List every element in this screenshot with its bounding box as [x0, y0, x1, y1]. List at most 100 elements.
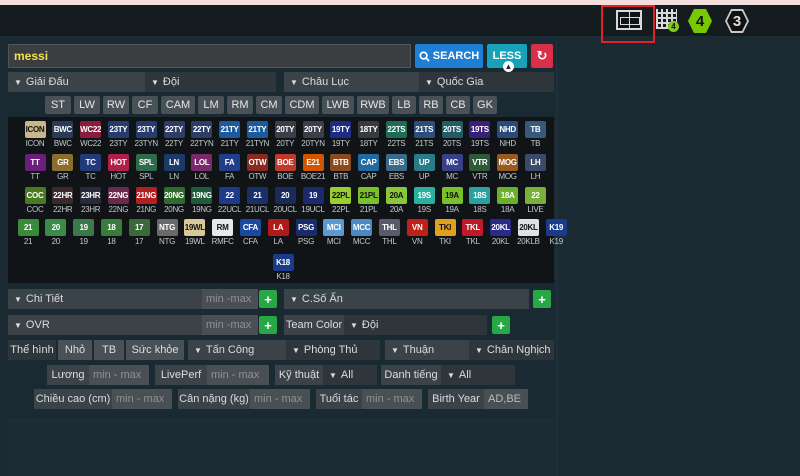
size-strong-button[interactable]: Sức khỏe [126, 340, 184, 360]
season-card-22hr[interactable]: 22HR 22HR [50, 187, 76, 214]
position-lwb-button[interactable]: LWB [322, 96, 354, 114]
nation-dropdown[interactable]: ▼ Quốc Gia [419, 72, 554, 92]
season-card-vn[interactable]: VN VN [404, 219, 430, 246]
season-card-btb[interactable]: BTB BTB [328, 154, 354, 181]
season-card-mog[interactable]: MOG MOG [495, 154, 521, 181]
season-card-ebs[interactable]: EBS EBS [383, 154, 409, 181]
season-card-19ty[interactable]: 19TY 19TY [328, 121, 354, 148]
season-card-boe21[interactable]: E21 BOE21 [300, 154, 326, 181]
season-card-18ty[interactable]: 18TY 18TY [356, 121, 382, 148]
season-card-k19[interactable]: K19 K19 [543, 219, 569, 246]
position-cm-button[interactable]: CM [256, 96, 282, 114]
season-card-live[interactable]: 22 LIVE [522, 187, 548, 214]
season-card-20kl[interactable]: 20KL 20KL [488, 219, 514, 246]
season-card-19a[interactable]: 19A 19A [439, 187, 465, 214]
position-cb-button[interactable]: CB [446, 96, 470, 114]
position-st-button[interactable]: ST [45, 96, 71, 114]
season-card-22ty[interactable]: 22TY 22TY [161, 121, 187, 148]
season-card-20klb[interactable]: 20KL 20KLB [515, 219, 541, 246]
season-card-20ty[interactable]: 20TY 20TY [272, 121, 298, 148]
season-card-ln[interactable]: LN LN [161, 154, 187, 181]
season-card-23ty[interactable]: 23TY 23TY [105, 121, 131, 148]
birth-year-input[interactable]: AD,BE [484, 389, 528, 409]
position-lm-button[interactable]: LM [198, 96, 224, 114]
search-button[interactable]: SEARCH [415, 44, 483, 68]
reset-button[interactable]: ↻ [531, 44, 553, 68]
season-card-19ts[interactable]: 19TS 19TS [467, 121, 493, 148]
liveperf-input[interactable]: min - max [207, 365, 269, 385]
season-card-tc[interactable]: TC TC [78, 154, 104, 181]
season-card-lh[interactable]: LH LH [522, 154, 548, 181]
season-card-spl[interactable]: SPL SPL [133, 154, 159, 181]
season-card-22ng[interactable]: 22NG 22NG [105, 187, 131, 214]
continent-dropdown[interactable]: ▼ Châu Lục [284, 72, 419, 92]
position-rb-button[interactable]: RB [419, 96, 443, 114]
season-card-hot[interactable]: HOT HOT [105, 154, 131, 181]
ovr-dropdown[interactable]: ▼ OVR [8, 315, 202, 335]
season-card-otw[interactable]: OTW OTW [244, 154, 270, 181]
team-color-dropdown[interactable]: ▼ Đội [344, 315, 487, 335]
position-cf-button[interactable]: CF [132, 96, 158, 114]
formation-pitch-icon[interactable] [616, 10, 642, 30]
season-card-21tyn[interactable]: 21TY 21TYN [244, 121, 270, 148]
position-cam-button[interactable]: CAM [161, 96, 195, 114]
size-small-button[interactable]: Nhỏ [58, 340, 92, 360]
season-card-vtr[interactable]: VTR VTR [467, 154, 493, 181]
add-detail-button[interactable]: + [259, 290, 277, 308]
season-card-gr[interactable]: GR GR [50, 154, 76, 181]
season-card-22tyn[interactable]: 22TY 22TYN [189, 121, 215, 148]
season-card-mcc[interactable]: MCC MCC [349, 219, 375, 246]
season-card-19[interactable]: 19 19 [71, 219, 97, 246]
season-card-rmfc[interactable]: RM RMFC [210, 219, 236, 246]
position-rw-button[interactable]: RW [103, 96, 129, 114]
season-card-wc22[interactable]: WC22 WC22 [78, 121, 104, 148]
height-input[interactable]: min - max [112, 389, 172, 409]
strong-foot-dropdown[interactable]: ▼ Thuận [385, 340, 469, 360]
add-hidden-stat-button[interactable]: + [533, 290, 551, 308]
size-average-button[interactable]: TB [94, 340, 124, 360]
season-card-18s[interactable]: 18S 18S [467, 187, 493, 214]
season-card-bwc[interactable]: BWC BWC [50, 121, 76, 148]
season-card-20ng[interactable]: 20NG 20NG [161, 187, 187, 214]
season-card-17[interactable]: 17 17 [126, 219, 152, 246]
season-card-k18[interactable]: K18 K18 [270, 254, 296, 281]
season-card-22ts[interactable]: 22TS 22TS [383, 121, 409, 148]
weight-input[interactable]: min - max [250, 389, 310, 409]
season-card-up[interactable]: UP UP [411, 154, 437, 181]
season-card-19wl[interactable]: 19WL 19WL [182, 219, 208, 246]
salary-input[interactable]: min - max [89, 365, 149, 385]
season-card-18[interactable]: 18 18 [98, 219, 124, 246]
season-card-21[interactable]: 21 21 [15, 219, 41, 246]
weak-foot-dropdown[interactable]: ▼ Chân Nghịch [469, 340, 554, 360]
league-dropdown[interactable]: ▼ Giải Đấu [8, 72, 145, 92]
attack-dropdown[interactable]: ▼ Tấn Công [188, 340, 286, 360]
skill-dropdown[interactable]: ▼ All [323, 365, 377, 385]
season-card-21ucl[interactable]: 21 21UCL [244, 187, 270, 214]
season-card-21ts[interactable]: 21TS 21TS [411, 121, 437, 148]
detail-minmax-input[interactable]: min -max [202, 289, 258, 309]
season-card-20ts[interactable]: 20TS 20TS [439, 121, 465, 148]
season-card-19ng[interactable]: 19NG 19NG [189, 187, 215, 214]
season-card-icon[interactable]: ICON ICON [22, 121, 48, 148]
season-card-tt[interactable]: TT TT [22, 154, 48, 181]
reputation-dropdown[interactable]: ▼ All [441, 365, 515, 385]
age-input[interactable]: min - max [362, 389, 422, 409]
season-card-tb[interactable]: TB TB [522, 121, 548, 148]
position-gk-button[interactable]: GK [473, 96, 497, 114]
position-rwb-button[interactable]: RWB [357, 96, 389, 114]
add-team-color-button[interactable]: + [492, 316, 510, 334]
detail-dropdown[interactable]: ▼ Chi Tiết [8, 289, 202, 309]
season-card-mci[interactable]: MCI MCI [321, 219, 347, 246]
season-card-19ucl[interactable]: 19 19UCL [300, 187, 326, 214]
season-card-thl[interactable]: THL THL [376, 219, 402, 246]
season-card-nhd[interactable]: NHD NHD [495, 121, 521, 148]
ovr-minmax-input[interactable]: min -max [202, 315, 258, 335]
season-card-fa[interactable]: FA FA [217, 154, 243, 181]
season-card-22pl[interactable]: 22PL 22PL [328, 187, 354, 214]
season-card-21ty[interactable]: 21TY 21TY [217, 121, 243, 148]
season-card-mc[interactable]: MC MC [439, 154, 465, 181]
season-card-20a[interactable]: 20A 20A [383, 187, 409, 214]
position-cdm-button[interactable]: CDM [285, 96, 319, 114]
season-card-tki[interactable]: TKI TKI [432, 219, 458, 246]
season-card-boe[interactable]: BOE BOE [272, 154, 298, 181]
